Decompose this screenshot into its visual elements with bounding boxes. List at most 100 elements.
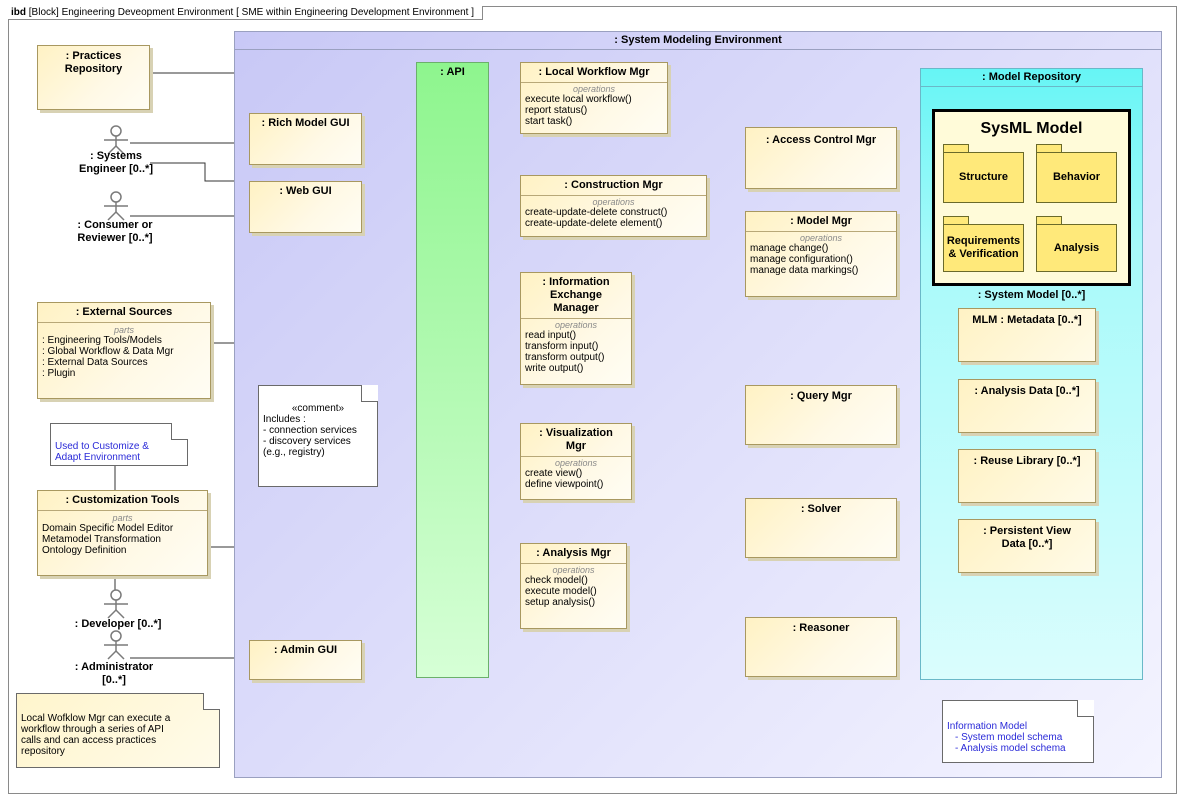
operation: execute local workflow() [525,94,632,105]
local-workflow-note-line: repository [21,746,65,757]
operation: execute model() [525,586,597,597]
model-mgr-keyword: operations [799,233,843,243]
visualization-mgr-title: : Visualization Mgr [521,424,631,456]
operation: manage configuration() [750,254,853,265]
query-mgr-block[interactable]: : Query Mgr [745,385,897,445]
rich-model-gui-block[interactable]: : Rich Model GUI [249,113,362,165]
frame-kind: ibd [11,7,26,18]
customize-note[interactable]: Used to Customize & Adapt Environment [50,423,188,466]
reasoner-block[interactable]: : Reasoner [745,617,897,677]
operation: transform input() [525,341,599,352]
customize-note-line: Adapt Environment [55,452,141,463]
information-model-note[interactable]: Information Model - System model schema … [942,700,1094,763]
package-tab-icon [943,216,969,224]
solver-block[interactable]: : Solver [745,498,897,558]
operation: create-update-delete element() [525,218,663,229]
note-fold-icon [171,423,188,440]
environment-title: : System Modeling Environment [234,31,1162,50]
operation: report status() [525,105,588,116]
external-source-item: : Global Workflow & Data Mgr [42,346,174,357]
information-exchange-mgr-block[interactable]: : Information Exchange Manager operation… [520,272,632,385]
local-workflow-note-line: workflow through a series of API [21,724,164,735]
information-model-item: - Analysis model schema [955,743,1066,754]
information-model-item: - System model schema [955,732,1063,743]
local-workflow-note-line: calls and can access practices [21,735,157,746]
query-mgr-title: : Query Mgr [790,390,852,402]
model-mgr-block[interactable]: : Model Mgr operations manage change() m… [745,211,897,297]
web-gui-block[interactable]: : Web GUI [249,181,362,233]
external-sources-title: : External Sources [75,306,173,318]
practices-repository-title: : Practices Repository [64,50,123,75]
customization-tools-block[interactable]: : Customization Tools parts Domain Speci… [37,490,208,576]
note-fold-icon [361,385,378,402]
local-workflow-mgr-title: : Local Workflow Mgr [538,66,650,78]
package-behavior[interactable]: Behavior [1036,152,1117,203]
frame-title: [Block] Engineering Deveopment Environme… [28,7,475,18]
system-model-label: : System Model [0..*] [977,289,1086,301]
construction-keyword: operations [592,197,635,207]
package-tab-icon [1036,216,1062,224]
comment-line: (e.g., registry) [263,447,325,458]
customization-tool-item: Domain Specific Model Editor [42,523,174,534]
persistent-view-data-part[interactable]: : Persistent View Data [0..*] [958,519,1096,573]
analysis-mgr-block[interactable]: : Analysis Mgr operations check model() … [520,543,627,629]
comment-line: - discovery services [263,436,351,447]
operation: manage change() [750,243,829,254]
admin-gui-block[interactable]: : Admin GUI [249,640,362,680]
local-workflow-note[interactable]: Local Wofklow Mgr can execute a workflow… [16,693,220,768]
title-line: : Visualization [539,427,613,439]
external-sources-keyword: parts [113,325,134,335]
operation: transform output() [525,352,605,363]
title-line: Exchange [550,289,602,301]
administrator-label[interactable]: : Administrator [0..*] [62,661,166,687]
operation: start task() [525,116,573,127]
frame-header: ibd [Block] Engineering Deveopment Envir… [8,6,484,20]
solver-title: : Solver [800,503,842,515]
information-exchange-title: : Information Exchange Manager [521,273,631,318]
comment-line: - connection services [263,425,357,436]
external-source-item: : Engineering Tools/Models [42,335,162,346]
operation: create view() [525,468,583,479]
sysml-model-title: SysML Model [980,120,1083,137]
customization-tools-keyword: parts [112,513,133,523]
note-fold-icon [203,693,220,710]
package-requirements[interactable]: Requirements & Verification [943,224,1024,272]
access-control-mgr-block[interactable]: : Access Control Mgr [745,127,897,189]
operation: read input() [525,330,577,341]
reasoner-title: : Reasoner [792,622,850,634]
practices-repository-block[interactable]: : Practices Repository [37,45,150,110]
metadata-part[interactable]: MLM : Metadata [0..*] [958,308,1096,362]
api-block[interactable]: : API [416,62,489,678]
title-line: Mgr [565,440,587,452]
comment-note[interactable]: «comment» Includes : - connection servic… [258,385,378,487]
construction-mgr-block[interactable]: : Construction Mgr operations create-upd… [520,175,707,237]
visualization-mgr-block[interactable]: : Visualization Mgr operations create vi… [520,423,632,500]
information-model-title: Information Model [947,721,1028,732]
operation: write output() [525,363,584,374]
package-tab-icon [943,144,969,152]
operation: setup analysis() [525,597,596,608]
title-line: : Information [542,276,610,288]
operation: check model() [525,575,588,586]
information-exchange-keyword: operations [554,320,598,330]
model-repository-title: : Model Repository [920,68,1143,87]
local-workflow-note-line: Local Wofklow Mgr can execute a [21,713,171,724]
developer-label[interactable]: : Developer [0..*] [60,618,176,631]
visualization-keyword: operations [554,458,598,468]
local-workflow-mgr-block[interactable]: : Local Workflow Mgr operations execute … [520,62,668,134]
external-sources-block[interactable]: : External Sources parts : Engineering T… [37,302,211,399]
consumer-label[interactable]: : Consumer or Reviewer [0..*] [60,219,170,245]
systems-engineer-label[interactable]: : Systems Engineer [0..*] [66,150,166,176]
reuse-library-part[interactable]: : Reuse Library [0..*] [958,449,1096,503]
package-structure[interactable]: Structure [943,152,1024,203]
package-analysis[interactable]: Analysis [1036,224,1117,272]
customization-tool-item: Ontology Definition [42,545,127,556]
title-line: Manager [553,302,599,314]
comment-stereotype: «comment» [291,403,345,414]
operation: create-update-delete construct() [525,207,668,218]
access-control-title: : Access Control Mgr [765,134,877,146]
analysis-data-part[interactable]: : Analysis Data [0..*] [958,379,1096,433]
web-gui-title: : Web GUI [279,185,332,197]
customize-note-line: Used to Customize & [55,441,149,452]
customization-tools-title: : Customization Tools [65,494,180,506]
